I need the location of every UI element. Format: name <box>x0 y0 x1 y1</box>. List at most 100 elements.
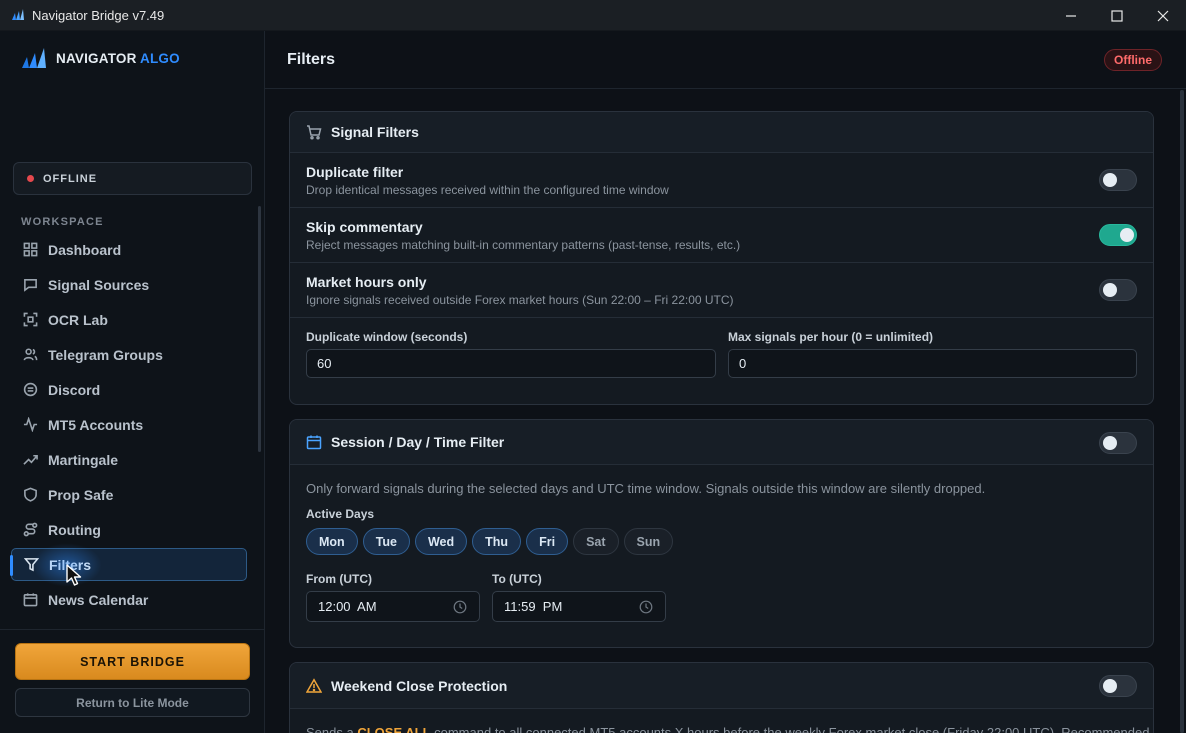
shield-icon <box>22 487 38 503</box>
to-time-value: 11:59 PM <box>504 599 563 614</box>
main-scrollbar-thumb[interactable] <box>1180 90 1184 733</box>
card-header: Signal Filters <box>290 112 1153 153</box>
mouse-cursor-icon <box>66 564 82 586</box>
sidebar-item-label: Routing <box>48 521 101 538</box>
sidebar-item-mt5-accounts[interactable]: MT5 Accounts <box>11 408 247 441</box>
minimize-icon <box>1066 14 1076 17</box>
card-title: Weekend Close Protection <box>331 677 508 694</box>
scan-icon <box>22 312 38 328</box>
row-title: Market hours only <box>306 274 427 290</box>
logo-text: NAVIGATOR ALGO <box>56 50 180 66</box>
sidebar-item-label: Telegram Groups <box>48 346 163 363</box>
sidebar-item-label: Discord <box>48 381 101 398</box>
close-button[interactable] <box>1140 0 1186 31</box>
card-header: Weekend Close Protection <box>290 663 1153 709</box>
sidebar-item-prop-safe[interactable]: Prop Safe <box>11 478 247 511</box>
sidebar-item-martingale[interactable]: Martingale <box>11 443 247 476</box>
sidebar-item-discord[interactable]: Discord <box>11 373 247 406</box>
brand-logo: NAVIGATOR ALGO <box>20 46 180 70</box>
sidebar-nav: Dashboard Signal Sources OCR Lab Telegra… <box>10 233 247 618</box>
skip-commentary-toggle[interactable] <box>1099 224 1137 246</box>
sidebar-item-signal-sources[interactable]: Signal Sources <box>11 268 247 301</box>
maximize-icon <box>1111 9 1123 22</box>
discord-icon <box>22 382 38 398</box>
sidebar-item-filters[interactable]: Filters <box>10 543 247 587</box>
sidebar-item-telegram-groups[interactable]: Telegram Groups <box>11 338 247 371</box>
title-bar: Navigator Bridge v7.49 <box>0 0 1186 31</box>
row-description: Reject messages matching built-in commen… <box>306 238 741 252</box>
close-all-highlight: CLOSE ALL <box>357 725 431 733</box>
activity-icon <box>22 417 38 433</box>
window-title: Navigator Bridge v7.49 <box>32 7 165 23</box>
close-icon <box>1157 10 1169 21</box>
market-hours-row: Market hours only Ignore signals receive… <box>290 263 1153 318</box>
day-chip-fri[interactable]: Fri <box>526 528 569 555</box>
clock-icon[interactable] <box>639 600 653 614</box>
max-signals-label: Max signals per hour (0 = unlimited) <box>728 330 934 344</box>
sidebar-item-routing[interactable]: Routing <box>11 513 247 546</box>
weekend-close-card: Weekend Close Protection Sends a CLOSE A… <box>289 662 1154 733</box>
max-signals-input[interactable]: 0 <box>728 349 1137 378</box>
from-time-input[interactable]: 12:00 AM <box>306 591 480 622</box>
card-title: Session / Day / Time Filter <box>331 434 505 450</box>
connection-status: OFFLINE <box>13 162 252 195</box>
day-chip-mon[interactable]: Mon <box>306 528 358 555</box>
main-scrollbar[interactable] <box>1180 90 1184 733</box>
sidebar-item-label: News Calendar <box>48 591 149 608</box>
sidebar-item-news-calendar[interactable]: News Calendar <box>11 583 247 616</box>
day-chip-sat[interactable]: Sat <box>573 528 619 555</box>
weekend-body: Sends a CLOSE ALL command to all connect… <box>290 709 1153 733</box>
day-chip-sun[interactable]: Sun <box>623 528 674 555</box>
sidebar-item-label: Signal Sources <box>48 276 150 293</box>
from-time-value: 12:00 AM <box>318 599 377 614</box>
start-bridge-button[interactable]: START BRIDGE <box>15 643 250 680</box>
duplicate-window-label: Duplicate window (seconds) <box>306 330 468 344</box>
session-description: Only forward signals during the selected… <box>306 481 986 496</box>
row-description: Drop identical messages received within … <box>306 183 669 197</box>
day-chip-tue[interactable]: Tue <box>362 528 410 555</box>
row-description: Ignore signals received outside Forex ma… <box>306 293 734 307</box>
day-selector: Mon Tue Wed Thu Fri Sat Sun <box>306 528 678 555</box>
card-header: Session / Day / Time Filter <box>290 420 1153 465</box>
sidebar-item-label: MT5 Accounts <box>48 416 144 433</box>
logo-bars-icon <box>22 48 46 68</box>
day-chip-thu[interactable]: Thu <box>472 528 522 555</box>
calendar-icon <box>22 592 38 608</box>
return-to-lite-mode-button[interactable]: Return to Lite Mode <box>15 688 250 717</box>
signal-filters-card: Signal Filters Duplicate filter Drop ide… <box>289 111 1154 405</box>
session-filter-toggle[interactable] <box>1099 432 1137 454</box>
to-time-label: To (UTC) <box>492 572 542 586</box>
day-chip-wed[interactable]: Wed <box>414 528 468 555</box>
calendar-icon <box>306 435 322 450</box>
sidebar-item-dashboard[interactable]: Dashboard <box>11 233 247 266</box>
sidebar: NAVIGATOR ALGO OFFLINE WORKSPACE Dashboa… <box>0 31 265 733</box>
sidebar-item-label: Prop Safe <box>48 486 114 503</box>
duplicate-window-input[interactable]: 60 <box>306 349 716 378</box>
duplicate-filter-toggle[interactable] <box>1099 169 1137 191</box>
row-title: Duplicate filter <box>306 164 404 180</box>
weekend-close-toggle[interactable] <box>1099 675 1137 697</box>
minimize-button[interactable] <box>1048 0 1094 31</box>
sidebar-scrollbar[interactable] <box>258 206 261 452</box>
cart-icon <box>307 125 322 140</box>
route-icon <box>22 522 38 538</box>
page-title: Filters <box>287 51 336 68</box>
status-label: OFFLINE <box>43 172 98 185</box>
sidebar-footer: START BRIDGE Return to Lite Mode <box>0 629 264 733</box>
active-days-label: Active Days <box>306 507 375 521</box>
trend-icon <box>22 452 38 468</box>
skip-commentary-row: Skip commentary Reject messages matching… <box>290 208 1153 263</box>
numeric-fields: Duplicate window (seconds) 60 Max signal… <box>290 318 1153 404</box>
to-time-input[interactable]: 11:59 PM <box>492 591 666 622</box>
session-filter-card: Session / Day / Time Filter Only forward… <box>289 419 1154 648</box>
sidebar-item-label: Dashboard <box>48 241 122 258</box>
market-hours-toggle[interactable] <box>1099 279 1137 301</box>
sidebar-item-label: Martingale <box>48 451 119 468</box>
maximize-button[interactable] <box>1094 0 1140 31</box>
from-time-label: From (UTC) <box>306 572 372 586</box>
clock-icon[interactable] <box>453 600 467 614</box>
sidebar-item-ocr-lab[interactable]: OCR Lab <box>11 303 247 336</box>
users-icon <box>22 347 38 363</box>
main-content: Signal Filters Duplicate filter Drop ide… <box>265 90 1186 733</box>
filter-icon <box>23 557 39 573</box>
